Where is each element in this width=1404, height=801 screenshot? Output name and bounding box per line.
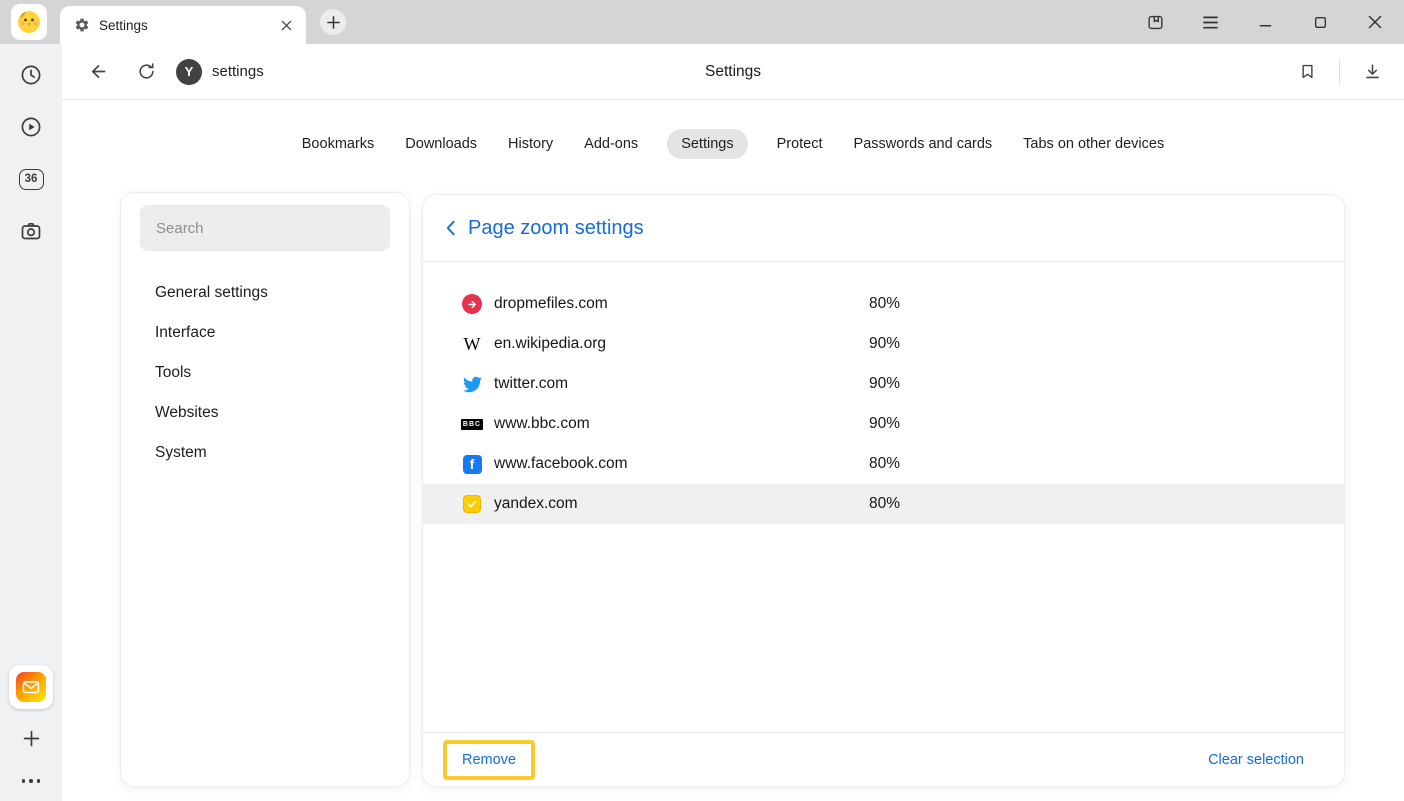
tab-protect[interactable]: Protect	[775, 129, 825, 159]
zoom-panel-header[interactable]: Page zoom settings	[423, 195, 1344, 262]
page-column: Y settings Settings Boo	[62, 44, 1404, 801]
toolbar-divider	[1339, 60, 1340, 84]
close-window-icon[interactable]	[1358, 5, 1392, 39]
settings-page: Bookmarks Downloads History Add-ons Sett…	[62, 100, 1404, 801]
search-input[interactable]	[140, 205, 390, 251]
zoom-rows: dropmefiles.com 80% W en.wikipedia.org 9…	[423, 262, 1344, 524]
site-zoom-value: 90%	[869, 375, 900, 393]
site-zoom-value: 90%	[869, 335, 900, 353]
zoom-panel-title: Page zoom settings	[468, 217, 644, 240]
settings-menu-card: General settings Interface Tools Website…	[120, 192, 410, 787]
twitter-favicon	[461, 375, 483, 394]
site-row-twitter[interactable]: twitter.com 90%	[423, 364, 1344, 404]
tabbar-controls	[1138, 5, 1404, 39]
tab-other-devices[interactable]: Tabs on other devices	[1021, 129, 1166, 159]
dropmefiles-favicon	[461, 294, 483, 314]
more-options-icon[interactable]	[22, 771, 41, 791]
page-title: Settings	[705, 63, 761, 81]
site-row-facebook[interactable]: f www.facebook.com 80%	[423, 444, 1344, 484]
tab-count-badge: 36	[19, 169, 44, 190]
main-area: 36	[0, 44, 1404, 801]
yandex-logo-icon: Y	[176, 59, 202, 85]
site-zoom-value: 80%	[869, 295, 900, 313]
tab-history[interactable]: History	[506, 129, 555, 159]
site-row-bbc[interactable]: BBC www.bbc.com 90%	[423, 404, 1344, 444]
minimize-icon[interactable]	[1248, 5, 1282, 39]
browser-window: Settings	[0, 0, 1404, 801]
site-name: twitter.com	[494, 375, 568, 393]
site-name: www.bbc.com	[494, 415, 590, 433]
site-name: dropmefiles.com	[494, 295, 608, 313]
site-name: en.wikipedia.org	[494, 335, 606, 353]
tab-bar: Settings	[0, 0, 1404, 44]
wikipedia-favicon: W	[461, 335, 483, 353]
site-zoom-value: 80%	[869, 455, 900, 473]
menu-icon[interactable]	[1193, 5, 1227, 39]
bookmark-icon[interactable]	[1289, 54, 1325, 90]
remove-button-highlight: Remove	[443, 740, 535, 780]
side-rail: 36	[0, 44, 62, 801]
menu-item-system[interactable]: System	[121, 433, 409, 473]
address-bar[interactable]: Y settings	[176, 59, 264, 85]
tab-close-icon[interactable]	[274, 13, 298, 37]
history-icon[interactable]	[12, 56, 50, 94]
clear-selection-button[interactable]: Clear selection	[1208, 752, 1304, 768]
site-row-yandex[interactable]: yandex.com 80%	[423, 484, 1344, 524]
site-name: yandex.com	[494, 495, 578, 513]
toolbar: Y settings Settings	[62, 44, 1404, 100]
site-zoom-value: 90%	[869, 415, 900, 433]
menu-item-tools[interactable]: Tools	[121, 353, 409, 393]
site-row-wikipedia[interactable]: W en.wikipedia.org 90%	[423, 324, 1344, 364]
reload-icon[interactable]	[128, 54, 164, 90]
bbc-favicon: BBC	[461, 419, 483, 430]
tab-counter-icon[interactable]: 36	[12, 160, 50, 198]
mail-gradient-tile	[16, 672, 46, 702]
site-zoom-value: 80%	[869, 495, 900, 513]
profile-avatar[interactable]	[11, 4, 47, 40]
gear-icon	[74, 17, 90, 33]
settings-menu-list: General settings Interface Tools Website…	[121, 273, 409, 473]
tab-passwords[interactable]: Passwords and cards	[852, 129, 995, 159]
plus-icon	[23, 730, 40, 747]
video-player-icon[interactable]	[12, 108, 50, 146]
add-shortcut-button[interactable]	[14, 721, 48, 755]
tab-downloads[interactable]: Downloads	[403, 129, 479, 159]
zoom-panel-footer: Remove Clear selection	[423, 732, 1344, 786]
menu-item-interface[interactable]: Interface	[121, 313, 409, 353]
site-row-dropmefiles[interactable]: dropmefiles.com 80%	[423, 284, 1344, 324]
checkbox-checked-icon[interactable]	[461, 495, 483, 513]
downloads-icon[interactable]	[1354, 54, 1390, 90]
menu-item-general-settings[interactable]: General settings	[121, 273, 409, 313]
facebook-favicon: f	[461, 455, 483, 474]
new-tab-button[interactable]	[320, 9, 346, 35]
url-text: settings	[212, 63, 264, 80]
tab-title: Settings	[99, 18, 265, 33]
remove-button[interactable]: Remove	[462, 752, 516, 768]
mail-app-icon[interactable]	[9, 665, 53, 709]
menu-item-websites[interactable]: Websites	[121, 393, 409, 433]
sidebar-panel-icon[interactable]	[1138, 5, 1172, 39]
site-name: www.facebook.com	[494, 455, 628, 473]
tab-bookmarks[interactable]: Bookmarks	[300, 129, 377, 159]
screenshot-icon[interactable]	[12, 212, 50, 250]
back-icon[interactable]	[80, 54, 116, 90]
maximize-icon[interactable]	[1303, 5, 1337, 39]
browser-tab-settings[interactable]: Settings	[60, 6, 306, 44]
tab-addons[interactable]: Add-ons	[582, 129, 640, 159]
settings-nav: Bookmarks Downloads History Add-ons Sett…	[62, 100, 1404, 159]
tab-settings[interactable]: Settings	[667, 129, 747, 159]
toolbar-right-group	[1289, 54, 1390, 90]
back-chevron-icon	[444, 220, 457, 236]
rail-bottom-group	[0, 665, 62, 791]
chick-avatar-icon	[16, 9, 42, 35]
plus-icon	[327, 16, 340, 29]
page-zoom-card: Page zoom settings dropmefiles.com 80%	[422, 194, 1345, 787]
